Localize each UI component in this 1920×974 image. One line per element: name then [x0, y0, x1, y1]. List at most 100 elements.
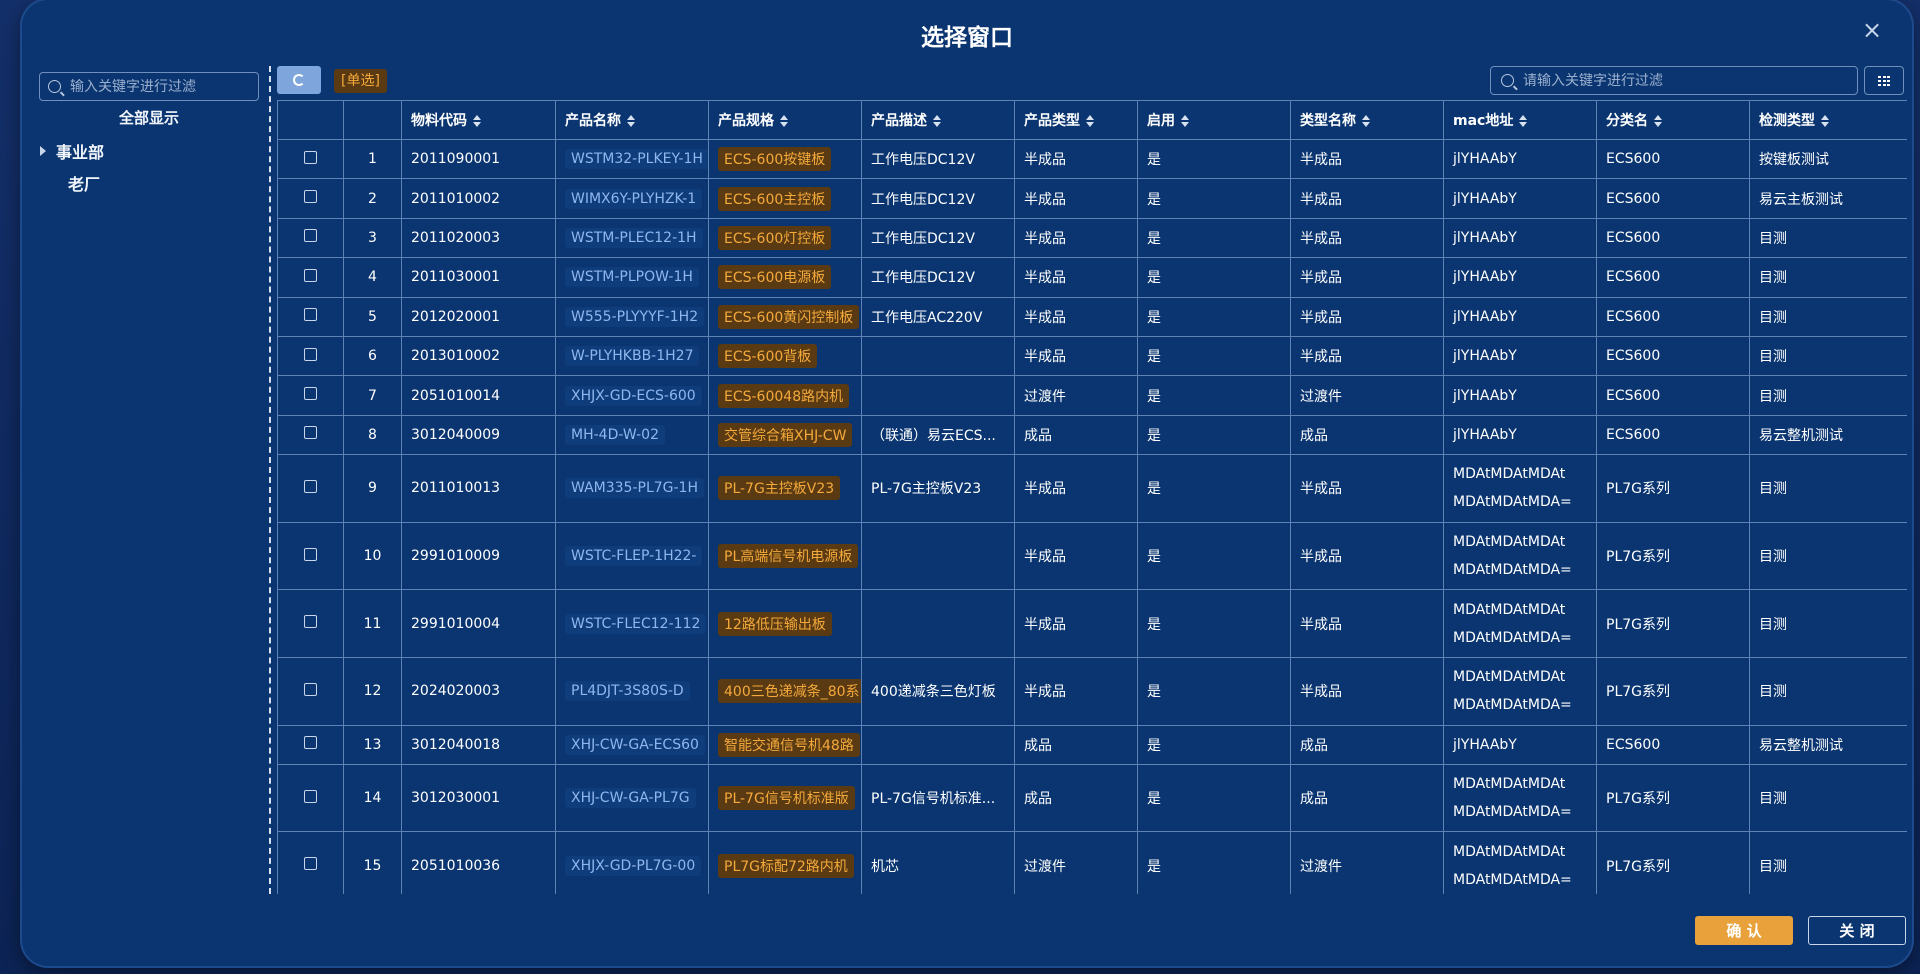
table-row[interactable]: 9 2011010013 WAM335-PL7G-1H PL-7G主控板V23 PL-7… — [277, 454, 1907, 523]
row-checkbox[interactable] — [304, 229, 317, 243]
column-settings-button[interactable] — [1864, 66, 1904, 95]
pane-splitter[interactable] — [269, 66, 271, 894]
tree-node-old-factory[interactable]: 老厂 — [68, 171, 100, 195]
table-row[interactable]: 5 2012020001 W555-PLYYYF-1H2 ECS-600黄闪控制板 工作… — [277, 296, 1907, 337]
cell-desc: （联通）易云ECS... — [861, 414, 1015, 456]
table-row[interactable]: 4 2011030001 WSTM-PLPOW-1H ECS-600电源板 工作电压DC… — [277, 257, 1907, 298]
table-row[interactable]: 15 2051010036 XHJX-GD-PL7G-00 PL7G标配72路内机 机芯… — [277, 831, 1907, 894]
table-row[interactable]: 12 2024020003 PL4DJT-3S80S-D 400三色递减条_80系 40… — [277, 656, 1907, 726]
table-row[interactable]: 10 2991010009 WSTC-FLEP-1H22- PL高端信号机电源板 半成品… — [277, 521, 1907, 591]
cell-spec: 交管综合箱XHJ-CW — [708, 414, 862, 456]
cell-enabled: 是 — [1137, 138, 1291, 180]
table-row[interactable]: 1 2011090001 WSTM32-PLKEY-1H ECS-600按键板 工作电压… — [277, 138, 1907, 180]
sort-icon[interactable] — [627, 115, 635, 127]
sort-icon[interactable] — [1821, 115, 1829, 127]
cell-name: WSTM-PLEC12-1H — [555, 217, 709, 259]
cell-spec: ECS-600灯控板 — [708, 217, 862, 259]
cell-spec: 12路低压输出板 — [708, 589, 862, 658]
table-row[interactable]: 2 2011010002 WIMX6Y-PLYHZK-1 ECS-600主控板 工作电压… — [277, 178, 1907, 219]
table-row[interactable]: 8 3012040009 MH-4D-W-02 交管综合箱XHJ-CW （联通）易云EC… — [277, 414, 1907, 456]
sort-icon[interactable] — [1181, 115, 1189, 127]
row-checkbox[interactable] — [304, 615, 317, 629]
table-row[interactable]: 6 2013010002 W-PLYHKBB-1H27 ECS-600背板 半成品是半成… — [277, 335, 1907, 377]
tree-node-label: 事业部 — [56, 143, 105, 162]
column-header[interactable]: mac地址 — [1443, 100, 1597, 140]
row-checkbox[interactable] — [304, 547, 317, 561]
table-row[interactable]: 3 2011020003 WSTM-PLEC12-1H ECS-600灯控板 工作电压D… — [277, 217, 1907, 259]
mac-line: MDAtMDAtMDAt — [1453, 776, 1566, 793]
cell-code: 2011020003 — [401, 217, 556, 259]
row-checkbox[interactable] — [304, 308, 317, 322]
cell-name: WAM335-PL7G-1H — [555, 454, 709, 523]
row-checkbox[interactable] — [304, 789, 317, 803]
table-row[interactable]: 13 3012040018 XHJ-CW-GA-ECS60 智能交通信号机48路 成品是… — [277, 724, 1907, 765]
row-checkbox[interactable] — [304, 479, 317, 493]
cell-desc: 工作电压DC12V — [861, 257, 1015, 298]
sort-icon[interactable] — [1362, 115, 1370, 127]
dialog-title: 选择窗口 — [921, 25, 1013, 51]
product-table-container[interactable]: 物料代码 产品名称 产品规格 产品描述 产品类型 启用 类型名称 mac地址 分类名 检测类型 1… — [277, 100, 1907, 894]
sort-icon[interactable] — [1654, 115, 1662, 127]
row-checkbox[interactable] — [304, 426, 317, 440]
cell-spec: 400三色递减条_80系 — [708, 656, 862, 726]
cell-mac: jlYHAAbY — [1443, 217, 1597, 259]
cell-cat: ECS600 — [1596, 414, 1750, 456]
table-row[interactable]: 7 2051010014 XHJX-GD-ECS-600 ECS-60048路内机 过渡… — [277, 375, 1907, 416]
column-header[interactable]: 检测类型 — [1749, 100, 1907, 140]
cell-name: WIMX6Y-PLYHZK-1 — [555, 178, 709, 219]
row-select-cell — [277, 138, 344, 180]
row-checkbox[interactable] — [304, 190, 317, 204]
cell-code: 3012040018 — [401, 724, 556, 765]
cell-check: 目测 — [1749, 217, 1907, 259]
tree-node-division[interactable]: 事业部 — [40, 139, 104, 163]
tree-search-box — [39, 72, 259, 101]
row-checkbox[interactable] — [304, 736, 317, 750]
close-button[interactable]: 关 闭 — [1808, 916, 1906, 945]
sort-icon[interactable] — [473, 115, 481, 127]
column-header[interactable]: 物料代码 — [401, 100, 556, 140]
row-checkbox[interactable] — [304, 857, 317, 871]
column-header[interactable]: 分类名 — [1596, 100, 1750, 140]
column-header[interactable]: 产品类型 — [1014, 100, 1138, 140]
sort-icon[interactable] — [780, 115, 788, 127]
row-checkbox[interactable] — [304, 268, 317, 282]
column-header[interactable]: 产品规格 — [708, 100, 862, 140]
tree-search-input[interactable] — [70, 78, 250, 95]
cell-code: 2011030001 — [401, 257, 556, 298]
table-row[interactable]: 11 2991010004 WSTC-FLEC12-112 12路低压输出板 半成品是半… — [277, 589, 1907, 658]
cell-desc — [861, 335, 1015, 377]
row-checkbox[interactable] — [304, 387, 317, 401]
sort-icon[interactable] — [1086, 115, 1094, 127]
cell-code: 2011090001 — [401, 138, 556, 180]
column-header-label: 产品类型 — [1024, 113, 1080, 129]
refresh-button[interactable] — [277, 66, 321, 94]
column-header[interactable]: 启用 — [1137, 100, 1291, 140]
close-icon[interactable]: × — [1858, 16, 1886, 44]
sort-icon[interactable] — [933, 115, 941, 127]
confirm-button[interactable]: 确 认 — [1695, 916, 1793, 945]
product-name-chip: MH-4D-W-02 — [565, 424, 665, 445]
product-spec-chip: ECS-600背板 — [718, 344, 818, 369]
column-header[interactable]: 类型名称 — [1290, 100, 1444, 140]
show-all-link[interactable]: 全部显示 — [39, 107, 259, 128]
cell-check: 易云主板测试 — [1749, 178, 1907, 219]
column-header[interactable]: 产品描述 — [861, 100, 1015, 140]
row-checkbox[interactable] — [304, 682, 317, 696]
cell-mac: MDAtMDAtMDAt MDAtMDAtMDA= — [1443, 763, 1597, 833]
table-search-input[interactable] — [1523, 72, 1843, 89]
mac-line: MDAtMDAtMDA= — [1453, 494, 1572, 511]
row-select-cell — [277, 831, 344, 894]
cell-check: 目测 — [1749, 257, 1907, 298]
row-checkbox[interactable] — [304, 150, 317, 164]
row-checkbox[interactable] — [304, 347, 317, 361]
table-row[interactable]: 14 3012030001 XHJ-CW-GA-PL7G PL-7G信号机标准版 PL-… — [277, 763, 1907, 833]
cell-ptype: 半成品 — [1014, 521, 1138, 591]
cell-cat: PL7G系列 — [1596, 763, 1750, 833]
column-header[interactable]: 产品名称 — [555, 100, 709, 140]
cell-desc: 工作电压DC12V — [861, 138, 1015, 180]
product-name-chip: WSTM-PLPOW-1H — [565, 267, 699, 288]
sort-icon[interactable] — [1519, 115, 1528, 127]
tree-node-label: 老厂 — [68, 175, 101, 194]
row-index: 2 — [343, 178, 402, 219]
caret-right-icon[interactable] — [40, 146, 46, 156]
